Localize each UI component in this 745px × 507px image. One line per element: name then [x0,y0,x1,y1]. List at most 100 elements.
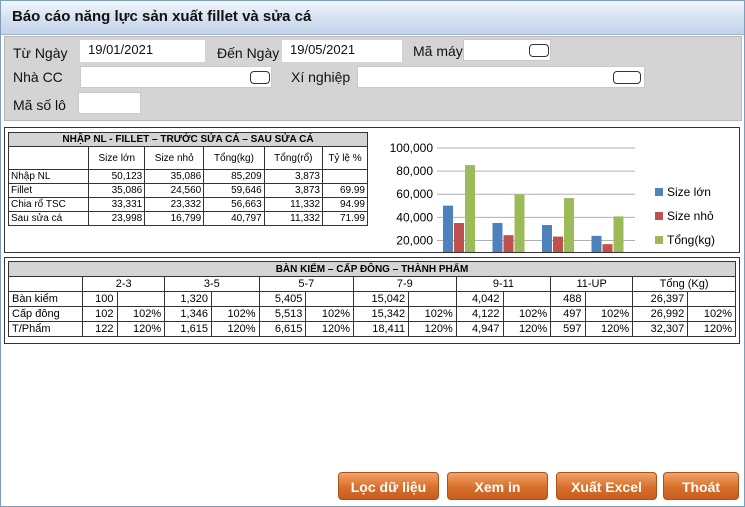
table-cell: 102% [408,306,457,322]
tu-ngay-field[interactable]: 19/01/2021 [80,40,205,62]
table-cell: 3,873 [263,183,324,198]
bar [465,165,475,252]
exit-button[interactable]: Thoát [663,472,739,500]
bar [443,205,453,252]
size-group-header: 11-UP [550,276,634,292]
legend-swatch [655,188,663,196]
y-tick-label: 60,000 [396,187,433,201]
den-ngay-label: Đến Ngày [217,45,280,61]
column-header: Tổng(rổ) [263,146,324,170]
table-cell: 16,799 [144,211,205,226]
nha-cc-label: Nhà CC [13,69,63,85]
print-preview-button[interactable]: Xem in [447,472,548,500]
table-cell: 11,332 [263,197,324,212]
bar [553,236,563,252]
table-cell: 3,873 [263,169,324,184]
size-group-header: 3-5 [164,276,260,292]
bar [454,223,464,252]
ma-may-lookup-button[interactable] [529,44,549,57]
xi-nghiep-field[interactable] [357,66,645,88]
table-cell: 120% [502,321,552,337]
legend-label: Size lớn [667,185,711,199]
table-cell: 102% [210,306,260,322]
table-cell: 488 [550,291,586,307]
bar [542,225,552,252]
table-cell: 5,513 [258,306,307,322]
table-cell [322,169,368,184]
table-row: Chia rổ TSC 33,331 23,332 56,663 11,332 94.99 [7,197,368,212]
row-label: Fillet [7,183,90,198]
table-cell: 15,342 [352,306,410,322]
bar [514,194,525,252]
row-label: Sau sửa cá [7,211,90,226]
table-cell: 18,411 [352,321,410,337]
row-label: Chia rổ TSC [7,197,90,212]
filter-panel: Từ Ngày 19/01/2021 Đến Ngày 19/05/2021 M… [4,36,742,121]
size-group-header: 9-11 [455,276,552,292]
size-group-header: 2-3 [82,276,166,292]
den-ngay-field[interactable]: 19/05/2021 [282,40,402,62]
filter-data-button[interactable]: Lọc dữ liệu [338,472,439,500]
table-cell: 85,209 [203,169,265,184]
column-header: Size nhỏ [144,146,205,170]
nha-cc-field[interactable] [80,66,272,88]
row-label: Nhập NL [7,169,90,184]
ma-may-label: Mã máy [413,43,463,59]
table-cell: 5,405 [258,291,307,307]
table-cell: 102% [584,306,634,322]
bar [602,244,613,252]
table-cell [305,291,354,307]
nha-cc-lookup-button[interactable] [250,71,270,84]
column-header [7,146,90,170]
fillet-table: NHẬP NL - FILLET – TRƯỚC SỬA CÁ – SAU SỬ… [7,132,368,226]
table-cell: 94.99 [322,197,368,212]
bar [591,235,602,252]
table-cell: 120% [305,321,354,337]
size-group-header: Tổng (Kg) [632,276,736,292]
bar [503,235,514,252]
table-cell: 32,307 [632,321,689,337]
table-cell: 102% [502,306,552,322]
legend-swatch [655,212,663,220]
export-excel-button[interactable]: Xuất Excel [556,472,657,500]
table-cell: 120% [408,321,457,337]
table-row: Cấp đông 102 102% 1,346 102% 5,513 102% 15,342 1… [7,306,736,322]
legend-label: Tổng(kg) [667,233,715,247]
table-cell [502,291,552,307]
production-bar-chart: 100,000 80,000 60,000 40,000 20,000 Size lớn S… [390,141,715,252]
table-cell: 69.99 [322,183,368,198]
bar [564,198,574,252]
y-tick-label: 40,000 [396,210,433,224]
title-bar: Báo cáo năng lực sản xuất fillet và sửa … [1,1,744,35]
fillet-table-title: NHẬP NL - FILLET – TRƯỚC SỬA CÁ – SAU SỬ… [8,132,368,147]
table-row: Bàn kiểm 100 1,320 5,405 15,042 4,042 488 26,39… [7,291,736,307]
table-cell: 50,123 [88,169,146,184]
table-cell: 56,663 [203,197,265,212]
table-cell: 24,560 [144,183,205,198]
table-cell: 11,332 [263,211,324,226]
column-header: Size lớn [88,146,146,170]
ban-kiem-table-title: BÀN KIỂM – CẤP ĐÔNG – THÀNH PHẨM [8,261,736,277]
tu-ngay-label: Từ Ngày [13,45,68,61]
table-cell [116,291,166,307]
table-cell: 26,397 [632,291,689,307]
column-header: Tổng(kg) [203,146,265,170]
ban-kiem-table: BÀN KIỂM – CẤP ĐÔNG – THÀNH PHẨM 2-3 3-5 5… [7,261,736,337]
table-cell: 102% [116,306,166,322]
table-cell: 100 [82,291,118,307]
table-cell: 40,797 [203,211,265,226]
ma-so-lo-field[interactable] [78,92,141,114]
table-cell [687,291,736,307]
table-cell: 120% [210,321,260,337]
table-cell: 102 [82,306,118,322]
table-cell: 59,646 [203,183,265,198]
table-cell: 23,998 [88,211,146,226]
row-label: Cấp đông [7,306,84,322]
ma-so-lo-label: Mã số lô [13,97,66,113]
table-cell: 1,615 [164,321,212,337]
table-cell: 35,086 [144,169,205,184]
table-cell: 33,331 [88,197,146,212]
xi-nghiep-lookup-button[interactable] [613,71,641,84]
ban-kiem-panel: BÀN KIỂM – CẤP ĐÔNG – THÀNH PHẨM 2-3 3-5 5… [4,257,740,344]
table-cell: 4,122 [455,306,504,322]
